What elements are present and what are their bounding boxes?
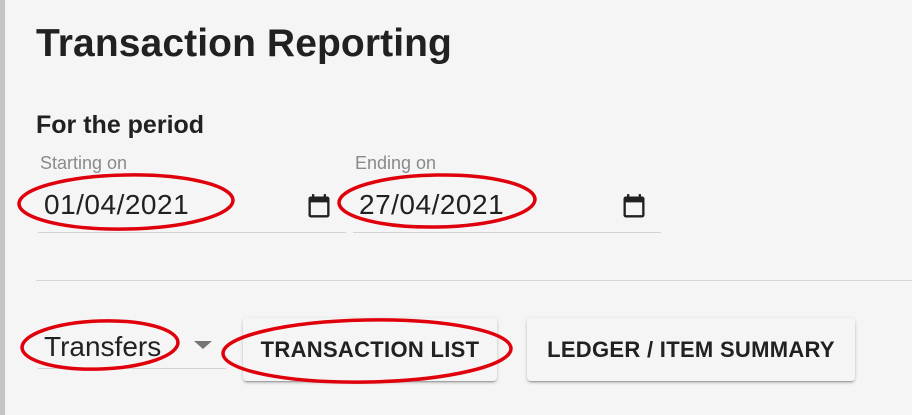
section-divider — [36, 280, 912, 281]
page-title: Transaction Reporting — [36, 22, 452, 65]
left-border — [0, 0, 5, 415]
start-date-label: Starting on — [40, 153, 128, 173]
report-type-select[interactable]: Transfers — [38, 320, 226, 369]
period-heading: For the period — [36, 111, 205, 139]
dropdown-arrow-icon[interactable] — [194, 341, 212, 349]
report-type-value: Transfers — [44, 331, 162, 362]
calendar-icon[interactable] — [619, 192, 649, 222]
calendar-icon[interactable] — [304, 192, 334, 222]
start-date-field[interactable]: Starting on 01/04/2021 — [38, 150, 346, 233]
end-date-label: Ending on — [355, 153, 437, 173]
end-date-field[interactable]: Ending on 27/04/2021 — [353, 150, 661, 233]
transaction-list-button[interactable]: TRANSACTION LIST — [243, 318, 497, 381]
ledger-item-summary-button[interactable]: LEDGER / ITEM SUMMARY — [527, 318, 855, 381]
end-date-value[interactable]: 27/04/2021 — [359, 189, 504, 221]
start-date-value[interactable]: 01/04/2021 — [44, 189, 189, 221]
